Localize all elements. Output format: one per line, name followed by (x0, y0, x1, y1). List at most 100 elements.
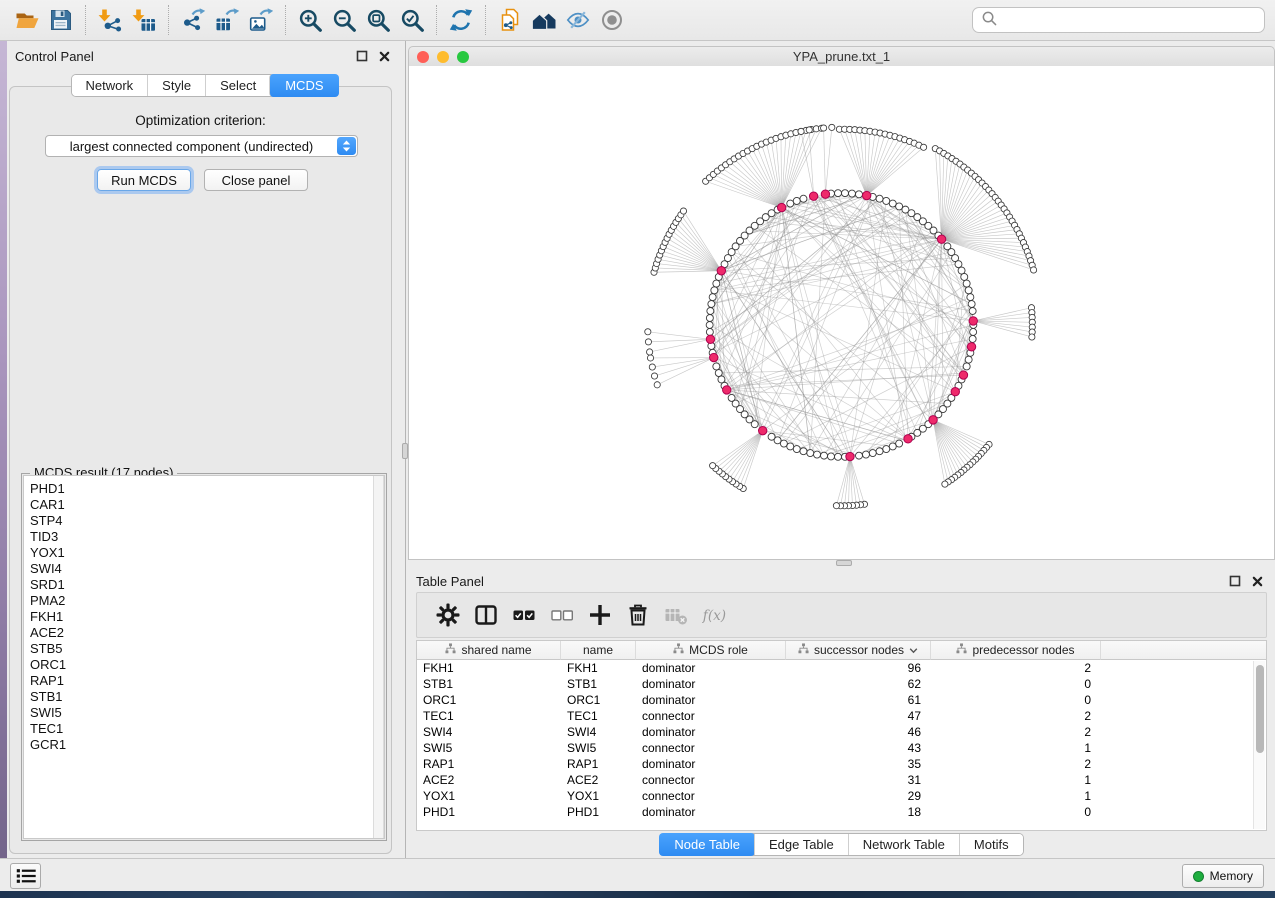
optimization-criterion-select[interactable]: largest connected component (undirected) (45, 135, 358, 157)
desktop-wallpaper-bottom (0, 891, 1275, 898)
table-cell: dominator (636, 692, 786, 708)
tab-style[interactable]: Style (147, 75, 205, 96)
toolbar-separator (436, 5, 437, 35)
tab-network[interactable]: Network (71, 75, 147, 96)
zoom-selected-icon[interactable] (395, 3, 429, 37)
search-input[interactable] (1002, 13, 1256, 28)
mcds-result-item[interactable]: FKH1 (30, 609, 384, 625)
mcds-result-item[interactable]: TEC1 (30, 721, 384, 737)
table-cell: FKH1 (417, 660, 561, 676)
table-toolbar: f(x) (416, 592, 1267, 638)
mcds-result-item[interactable]: SRD1 (30, 577, 384, 593)
close-panel-icon[interactable] (376, 48, 392, 64)
zoom-in-icon[interactable] (293, 3, 327, 37)
table-row[interactable]: PHD1PHD1dominator180 (417, 804, 1266, 820)
mcds-result-item[interactable]: TID3 (30, 529, 384, 545)
column-header-name[interactable]: name (561, 641, 636, 660)
close-panel-icon[interactable] (1249, 573, 1265, 589)
mcds-result-item[interactable]: PMA2 (30, 593, 384, 609)
mcds-result-item[interactable]: GCR1 (30, 737, 384, 753)
export-network-icon[interactable] (176, 3, 210, 37)
tab-mcds[interactable]: MCDS (269, 74, 338, 97)
column-header-successor-nodes[interactable]: successor nodes (786, 641, 931, 660)
export-image-icon[interactable] (244, 3, 278, 37)
network-graph[interactable] (409, 66, 1274, 559)
mcds-result-item[interactable]: SWI5 (30, 705, 384, 721)
table-cell: 43 (786, 740, 931, 756)
refresh-icon[interactable] (444, 3, 478, 37)
network-canvas[interactable] (408, 66, 1275, 560)
mcds-result-item[interactable]: YOX1 (30, 545, 384, 561)
table-cell: 31 (786, 772, 931, 788)
table-row[interactable]: STB1STB1dominator620 (417, 676, 1266, 692)
close-panel-button[interactable]: Close panel (204, 169, 308, 191)
select-stepper-icon (337, 137, 356, 155)
mcds-result-item[interactable]: ORC1 (30, 657, 384, 673)
search-box[interactable] (972, 7, 1265, 33)
toolbar-icon-groups (10, 3, 629, 37)
settings-gear-icon[interactable] (435, 602, 461, 628)
optimization-criterion-value: largest connected component (undirected) (46, 139, 337, 154)
float-panel-icon[interactable] (354, 48, 370, 64)
panel-selector-button[interactable] (10, 863, 41, 889)
mcds-result-item[interactable]: STB1 (30, 689, 384, 705)
import-network-icon[interactable] (93, 3, 127, 37)
table-scrollbar[interactable] (1253, 661, 1265, 829)
scrollbar-thumb[interactable] (1256, 665, 1264, 753)
mcds-result-item[interactable]: PHD1 (30, 481, 384, 497)
table-cell: connector (636, 740, 786, 756)
column-header-MCDS-role[interactable]: MCDS role (636, 641, 786, 660)
memory-button[interactable]: Memory (1182, 864, 1264, 888)
table-row[interactable]: ACE2ACE2connector311 (417, 772, 1266, 788)
column-header-predecessor-nodes[interactable]: predecessor nodes (931, 641, 1101, 660)
show-graphics-icon[interactable] (595, 3, 629, 37)
import-table-icon[interactable] (127, 3, 161, 37)
float-panel-icon[interactable] (1227, 573, 1243, 589)
run-mcds-button[interactable]: Run MCDS (97, 169, 191, 191)
homes-icon[interactable] (527, 3, 561, 37)
mcds-result-list[interactable]: PHD1CAR1STP4TID3YOX1SWI4SRD1PMA2FKH1ACE2… (23, 475, 385, 839)
table-row[interactable]: YOX1YOX1connector291 (417, 788, 1266, 804)
mcds-list-scrollbar[interactable] (373, 476, 384, 838)
table-row[interactable]: TEC1TEC1connector472 (417, 708, 1266, 724)
mcds-result-item[interactable]: CAR1 (30, 497, 384, 513)
tab-motifs[interactable]: Motifs (959, 834, 1023, 855)
optimization-criterion-label: Optimization criterion: (10, 113, 391, 128)
zoom-fit-icon[interactable] (361, 3, 395, 37)
select-all-icon[interactable] (511, 602, 537, 628)
mcds-result-item[interactable]: STB5 (30, 641, 384, 657)
table-cell: dominator (636, 756, 786, 772)
mcds-result-item[interactable]: RAP1 (30, 673, 384, 689)
table-cell: ACE2 (561, 772, 636, 788)
split-panel-icon[interactable] (473, 602, 499, 628)
table-cell: STB1 (417, 676, 561, 692)
deselect-all-icon[interactable] (549, 602, 575, 628)
tab-network-table[interactable]: Network Table (848, 834, 959, 855)
column-header-shared-name[interactable]: shared name (417, 641, 561, 660)
table-row[interactable]: SWI4SWI4dominator462 (417, 724, 1266, 740)
mcds-result-item[interactable]: STP4 (30, 513, 384, 529)
mcds-result-item[interactable]: ACE2 (30, 625, 384, 641)
table-panel: Table Panel f(x) shared namenameMCDS rol… (408, 566, 1275, 858)
zoom-out-icon[interactable] (327, 3, 361, 37)
export-table-icon[interactable] (210, 3, 244, 37)
mcds-result-item[interactable]: SWI4 (30, 561, 384, 577)
table-row[interactable]: SWI5SWI5connector431 (417, 740, 1266, 756)
table-cell: 0 (931, 692, 1101, 708)
tab-edge-table[interactable]: Edge Table (754, 834, 848, 855)
network-document-icon[interactable] (493, 3, 527, 37)
save-session-icon[interactable] (44, 3, 78, 37)
table-cell: 2 (931, 708, 1101, 724)
table-cell: 62 (786, 676, 931, 692)
table-row[interactable]: ORC1ORC1dominator610 (417, 692, 1266, 708)
add-column-icon[interactable] (587, 602, 613, 628)
delete-column-icon[interactable] (625, 602, 651, 628)
table-row[interactable]: RAP1RAP1dominator352 (417, 756, 1266, 772)
tab-select[interactable]: Select (205, 75, 270, 96)
table-cell (1101, 724, 1266, 740)
open-file-icon[interactable] (10, 3, 44, 37)
tab-node-table[interactable]: Node Table (659, 833, 755, 856)
table-row[interactable]: FKH1FKH1dominator962 (417, 660, 1266, 676)
hide-graphics-icon[interactable] (561, 3, 595, 37)
table-cell (1101, 660, 1266, 676)
